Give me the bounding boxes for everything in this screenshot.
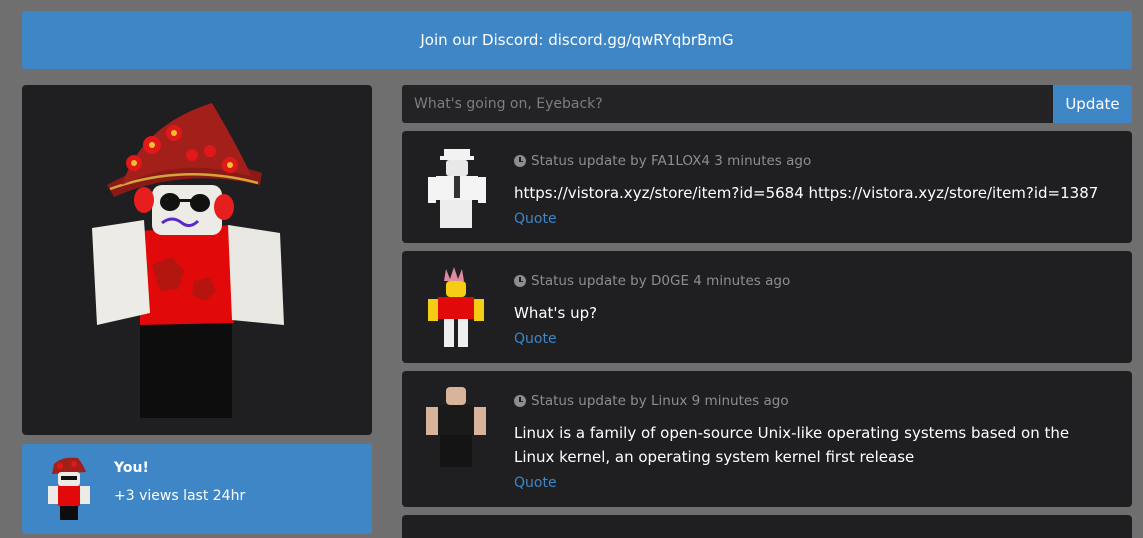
- post-meta: Status update by FA1LOX4 3 minutes ago: [514, 153, 811, 169]
- post-meta-text: Status update by Linux 9 minutes ago: [531, 393, 789, 409]
- status-form: Update: [402, 85, 1132, 123]
- update-button[interactable]: Update: [1053, 85, 1132, 123]
- clock-icon: [514, 155, 526, 167]
- profile-name: You!: [114, 460, 149, 476]
- quote-link[interactable]: Quote: [514, 207, 557, 231]
- user-avatar-3d: [22, 85, 372, 435]
- profile-views: +3 views last 24hr: [114, 488, 246, 504]
- post-body: What's up? Quote: [514, 301, 1108, 351]
- post-meta-text: Status update by D0GE 4 minutes ago: [531, 273, 791, 289]
- post-meta: Status update by D0GE 4 minutes ago: [514, 273, 790, 289]
- clock-icon: [514, 275, 526, 287]
- poster-avatar[interactable]: [420, 383, 492, 471]
- feed-item-partial: [402, 515, 1132, 538]
- post-text: What's up?: [514, 304, 598, 322]
- post-body: https://vistora.xyz/store/item?id=5684 h…: [514, 181, 1108, 231]
- quote-link[interactable]: Quote: [514, 471, 557, 495]
- post-meta-text: Status update by FA1LOX4 3 minutes ago: [531, 153, 812, 169]
- feed-item: Status update by D0GE 4 minutes ago What…: [402, 251, 1132, 363]
- clock-icon: [514, 395, 526, 407]
- poster-avatar[interactable]: [420, 263, 492, 351]
- post-meta: Status update by Linux 9 minutes ago: [514, 393, 789, 409]
- quote-link[interactable]: Quote: [514, 327, 557, 351]
- post-text: https://vistora.xyz/store/item?id=5684 h…: [514, 184, 1099, 202]
- discord-banner-text: Join our Discord: discord.gg/qwRYqbrBmG: [420, 31, 734, 49]
- status-input[interactable]: [402, 85, 1053, 123]
- avatar-figure-image: [92, 103, 284, 418]
- feed-item: Status update by FA1LOX4 3 minutes ago h…: [402, 131, 1132, 243]
- post-body: Linux is a family of open-source Unix-li…: [514, 421, 1108, 495]
- post-text: Linux is a family of open-source Unix-li…: [514, 424, 1070, 466]
- profile-card[interactable]: You! +3 views last 24hr: [22, 444, 372, 534]
- feed-item: Status update by Linux 9 minutes ago Lin…: [402, 371, 1132, 507]
- profile-avatar-thumb: [40, 456, 100, 522]
- poster-avatar[interactable]: [420, 143, 492, 231]
- discord-banner[interactable]: Join our Discord: discord.gg/qwRYqbrBmG: [22, 11, 1132, 69]
